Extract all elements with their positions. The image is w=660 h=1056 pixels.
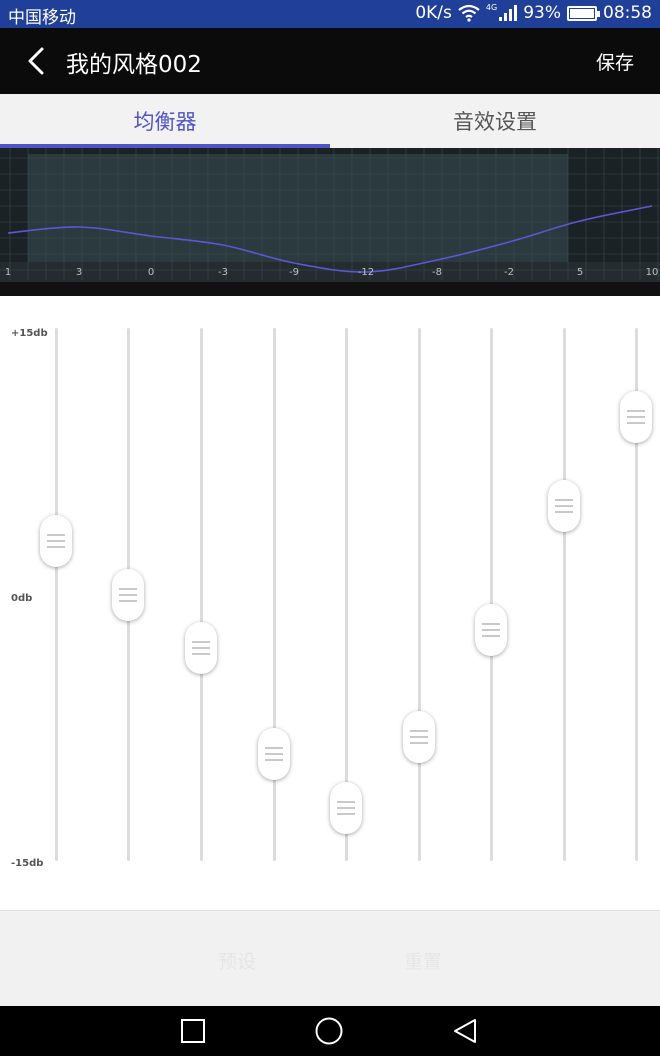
page-title: 我的风格002	[66, 52, 202, 78]
eq-curve-chart: 1 3 0 -3 -9 -12 -8 -2 5 10	[0, 148, 660, 296]
grip-line	[119, 599, 137, 602]
grip-line	[337, 806, 355, 809]
back-button[interactable]	[18, 42, 54, 80]
graph-tick-label: 10	[646, 267, 659, 278]
battery-percent: 93%	[523, 3, 561, 23]
graph-tick-label: 5	[577, 267, 583, 278]
grip-line	[192, 640, 210, 643]
grip-line	[555, 510, 573, 513]
eq-slider-track[interactable]	[417, 328, 421, 861]
battery-icon	[567, 5, 600, 21]
graph-label-strip	[0, 262, 660, 282]
max-db-label: +15db	[11, 328, 48, 339]
grip-line	[555, 504, 573, 507]
tab-bar: 均衡器 音效设置	[0, 94, 660, 148]
clock: 08:58	[603, 3, 652, 23]
min-db-label: -15db	[11, 858, 44, 869]
reset-button[interactable]: 重置	[404, 947, 442, 974]
grip-line	[410, 729, 428, 732]
status-bar: 中国移动 0K/s 4G 93% 08:58	[0, 0, 660, 28]
eq-slider-track[interactable]	[199, 328, 203, 861]
back-nav-button[interactable]	[449, 1015, 481, 1047]
graph-tick-label: -3	[218, 267, 228, 278]
circle-icon	[315, 1017, 343, 1045]
grip-line	[192, 646, 210, 649]
recent-apps-button[interactable]	[177, 1015, 209, 1047]
graph-tick-label: -8	[432, 267, 442, 278]
action-bar: 我的风格002 保存	[0, 28, 660, 94]
network-speed: 0K/s	[415, 3, 452, 23]
network-type: 4G	[485, 2, 498, 12]
grip-line	[482, 635, 500, 638]
save-button[interactable]: 保存	[596, 48, 634, 75]
grip-line	[627, 415, 645, 418]
grip-line	[265, 747, 283, 750]
preset-button[interactable]: 预设	[218, 947, 256, 974]
eq-slider-knob[interactable]	[475, 604, 507, 657]
tab-equalizer[interactable]: 均衡器	[0, 94, 330, 148]
zero-db-label: 0db	[11, 593, 33, 604]
eq-slider-knob[interactable]	[620, 390, 652, 443]
grip-line	[337, 812, 355, 815]
eq-slider-knob[interactable]	[330, 781, 362, 834]
grip-line	[47, 540, 65, 543]
graph-tick-label: 0	[148, 267, 154, 278]
eq-slider-knob[interactable]	[548, 479, 580, 532]
system-nav-bar	[0, 1006, 660, 1056]
eq-slider-track[interactable]	[54, 328, 58, 861]
carrier-name: 中国移动	[8, 8, 76, 28]
grip-line	[627, 421, 645, 424]
grip-line	[119, 593, 137, 596]
graph-tick-label: 1	[5, 267, 11, 278]
triangle-back-icon	[454, 1019, 476, 1043]
graph-bottom-edge	[0, 282, 660, 296]
grip-line	[410, 735, 428, 738]
eq-slider-knob[interactable]	[40, 515, 72, 568]
graph-tick-label: -9	[289, 267, 299, 278]
eq-slider-track[interactable]	[562, 328, 566, 861]
signal-icon	[499, 5, 518, 21]
eq-slider-knob[interactable]	[403, 710, 435, 763]
grip-line	[337, 800, 355, 803]
eq-slider-knob[interactable]	[258, 728, 290, 781]
eq-curve-graph: 1 3 0 -3 -9 -12 -8 -2 5 10	[0, 148, 660, 296]
grip-line	[482, 629, 500, 632]
grip-line	[482, 623, 500, 626]
grip-line	[410, 741, 428, 744]
grip-line	[47, 546, 65, 549]
wifi-icon	[458, 4, 480, 22]
eq-slider-track[interactable]	[489, 328, 493, 861]
grip-line	[555, 498, 573, 501]
graph-tick-label: -2	[504, 267, 514, 278]
grip-line	[265, 759, 283, 762]
eq-slider-knob[interactable]	[185, 621, 217, 674]
home-button[interactable]	[313, 1015, 345, 1047]
grip-line	[265, 753, 283, 756]
grip-line	[119, 587, 137, 590]
grip-line	[192, 652, 210, 655]
eq-slider-track[interactable]	[272, 328, 276, 861]
grip-line	[47, 534, 65, 537]
status-icons: 0K/s 4G 93% 08:58	[415, 2, 652, 24]
eq-slider-knob[interactable]	[112, 568, 144, 621]
tab-sound-effects[interactable]: 音效设置	[330, 94, 660, 148]
bottom-action-bar: 预设 重置	[0, 910, 660, 1006]
graph-tick-label: 3	[76, 267, 82, 278]
graph-tick-label: -12	[358, 267, 374, 278]
square-icon	[181, 1019, 205, 1043]
eq-slider-panel: +15db 0db -15db	[0, 296, 660, 910]
chevron-left-icon	[28, 47, 44, 75]
grip-line	[627, 409, 645, 412]
